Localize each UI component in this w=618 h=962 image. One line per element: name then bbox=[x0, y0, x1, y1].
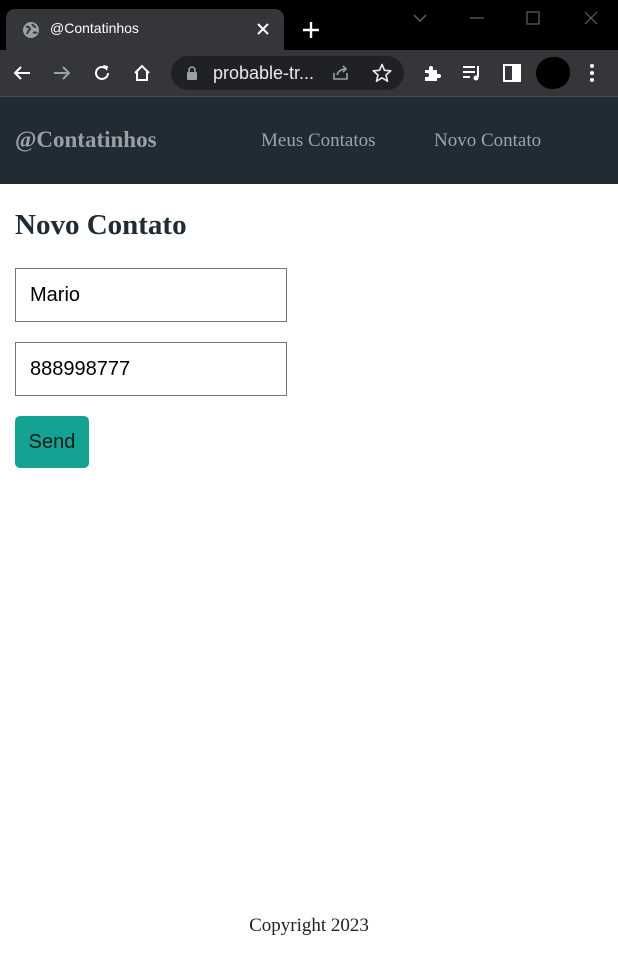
side-panel-icon[interactable] bbox=[501, 62, 523, 84]
lock-icon[interactable] bbox=[185, 66, 199, 80]
tab-search-icon[interactable] bbox=[410, 8, 430, 28]
app-navbar: @Contatinhos Meus Contatos Novo Contato bbox=[0, 97, 618, 184]
nav-link-novo-contato[interactable]: Novo Contato bbox=[434, 130, 541, 152]
minimize-icon[interactable] bbox=[467, 8, 487, 28]
page-title: Novo Contato bbox=[15, 209, 187, 241]
brand-logo[interactable]: @Contatinhos bbox=[15, 127, 157, 153]
browser-tab[interactable]: @Contatinhos bbox=[6, 9, 284, 50]
send-button[interactable]: Send bbox=[15, 416, 89, 468]
share-icon[interactable] bbox=[331, 63, 351, 83]
name-input[interactable] bbox=[15, 268, 287, 322]
forward-icon[interactable] bbox=[51, 62, 73, 84]
media-queue-icon[interactable] bbox=[461, 62, 483, 84]
reload-icon[interactable] bbox=[91, 62, 113, 84]
more-menu-icon[interactable] bbox=[581, 62, 603, 84]
profile-avatar[interactable] bbox=[536, 57, 570, 89]
browser-toolbar: probable-tr... bbox=[0, 50, 618, 96]
browser-tabstrip: @Contatinhos bbox=[0, 0, 618, 50]
address-bar[interactable]: probable-tr... bbox=[171, 56, 404, 90]
close-window-icon[interactable] bbox=[581, 8, 601, 28]
phone-input[interactable] bbox=[15, 342, 287, 396]
extensions-puzzle-icon[interactable] bbox=[421, 62, 443, 84]
bookmark-star-icon[interactable] bbox=[371, 62, 393, 84]
url-text[interactable]: probable-tr... bbox=[213, 63, 314, 84]
maximize-icon[interactable] bbox=[523, 8, 543, 28]
new-tab-icon[interactable] bbox=[300, 19, 322, 41]
close-tab-icon[interactable] bbox=[255, 21, 271, 37]
nav-link-meus-contatos[interactable]: Meus Contatos bbox=[261, 130, 376, 152]
back-icon[interactable] bbox=[11, 62, 33, 84]
tab-title: @Contatinhos bbox=[50, 20, 139, 36]
footer-copyright: Copyright 2023 bbox=[249, 915, 369, 936]
globe-icon bbox=[23, 22, 39, 38]
home-icon[interactable] bbox=[131, 62, 153, 84]
